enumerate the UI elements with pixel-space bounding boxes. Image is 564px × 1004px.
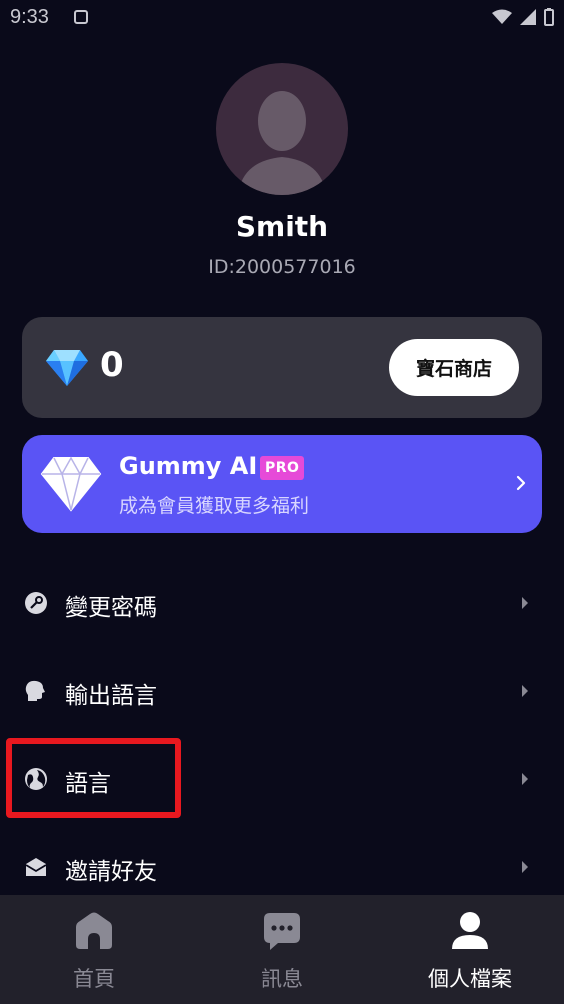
status-time: 9:33 xyxy=(10,6,49,28)
pro-title: Gummy AI xyxy=(119,452,258,480)
bottom-nav: 首頁 訊息 個人檔案 xyxy=(0,895,564,1004)
gem-count: 0 xyxy=(100,345,124,385)
tab-label: 個人檔案 xyxy=(428,967,512,991)
key-icon xyxy=(25,592,47,614)
menu-item-output-language[interactable]: 輸出語言 xyxy=(0,660,564,720)
chevron-right-icon xyxy=(522,597,528,609)
menu-item-label: 邀請好友 xyxy=(65,859,157,885)
signal-icon xyxy=(520,9,536,25)
user-id: ID:2000577016 xyxy=(208,256,356,278)
default-avatar-icon xyxy=(238,91,326,195)
notification-icon xyxy=(74,10,88,24)
menu-item-label: 變更密碼 xyxy=(65,595,157,621)
tab-messages[interactable]: 訊息 xyxy=(188,895,376,1004)
speaking-head-icon xyxy=(25,680,45,701)
person-icon xyxy=(452,912,488,949)
menu-item-label: 輸出語言 xyxy=(65,683,157,709)
pro-badge: PRO xyxy=(260,456,305,480)
battery-icon xyxy=(544,8,554,26)
status-icons xyxy=(492,8,554,26)
tab-label: 首頁 xyxy=(73,967,115,991)
tab-home[interactable]: 首頁 xyxy=(0,895,188,1004)
chevron-right-icon xyxy=(522,861,528,873)
tab-profile[interactable]: 個人檔案 xyxy=(376,895,564,1004)
menu-item-change-password[interactable]: 變更密碼 xyxy=(0,572,564,632)
menu-item-invite-friends[interactable]: 邀請好友 xyxy=(0,836,564,896)
profile-screen: 9:33 Smith ID:2000577016 0 寶石商店 Gummy AI… xyxy=(0,0,564,1004)
diamond-outline-icon xyxy=(40,456,102,512)
pro-subtitle: 成為會員獲取更多福利 xyxy=(119,495,310,517)
chevron-right-icon xyxy=(522,773,528,785)
wifi-icon xyxy=(492,9,512,24)
home-icon xyxy=(76,912,112,949)
user-name: Smith xyxy=(235,210,329,243)
gem-store-button[interactable]: 寶石商店 xyxy=(389,339,519,396)
envelope-icon xyxy=(25,858,47,876)
highlight-annotation xyxy=(6,738,181,818)
chevron-right-icon xyxy=(516,475,526,491)
chat-bubble-icon xyxy=(264,913,300,950)
pro-membership-card[interactable]: Gummy AI PRO 成為會員獲取更多福利 xyxy=(22,435,542,533)
status-bar: 9:33 xyxy=(0,0,564,36)
tab-label: 訊息 xyxy=(261,967,303,991)
chevron-right-icon xyxy=(522,685,528,697)
gem-balance-card: 0 寶石商店 xyxy=(22,317,542,418)
avatar[interactable] xyxy=(216,63,348,195)
gem-icon xyxy=(46,350,88,386)
